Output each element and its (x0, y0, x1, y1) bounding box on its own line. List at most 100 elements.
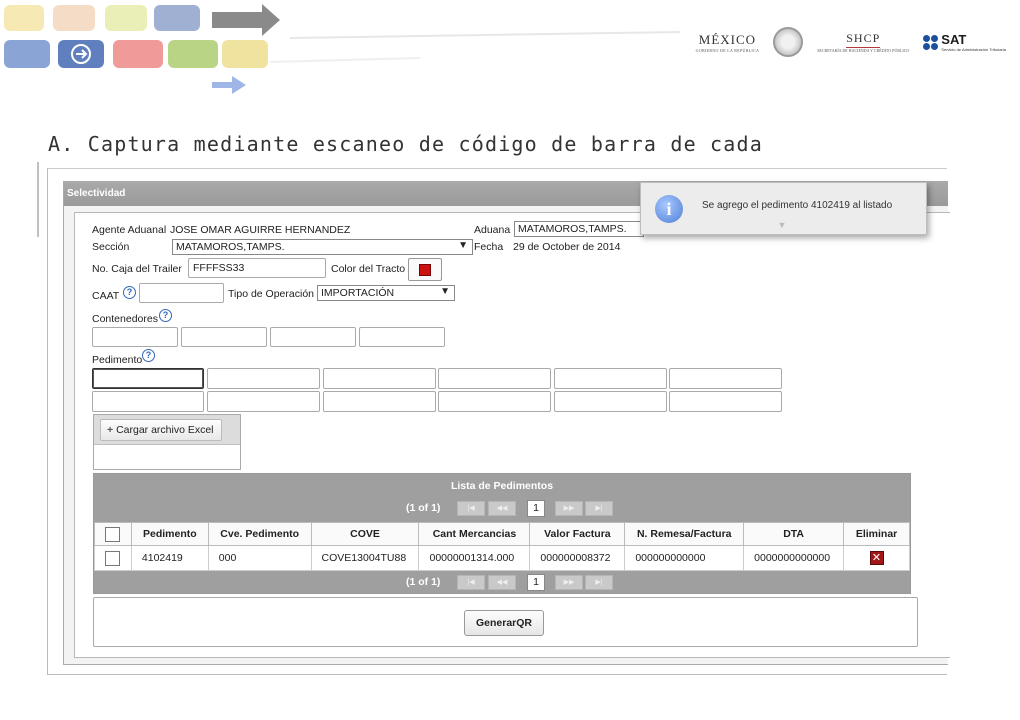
dta-cell: 0000000000000 (743, 545, 845, 571)
pedimentos-table: Pedimento Cve. Pedimento COVE Cant Merca… (94, 522, 910, 571)
grid-title: Lista de Pedimentos (450, 480, 554, 492)
caja-label: No. Caja del Trailer (92, 263, 182, 275)
sat-logo-subtitle: Servicio de Administración Tributaria (941, 47, 1006, 52)
pedimento-input[interactable] (207, 391, 320, 412)
caja-input[interactable]: FFFFSS33 (188, 258, 326, 278)
selectividad-panel: Selectividad Agente Aduanal JOSE OMAR AG… (63, 181, 950, 665)
pedimento-input[interactable] (323, 391, 436, 412)
prev-page-button[interactable]: ◀◀ (488, 575, 516, 590)
remesa-cell: 000000000000 (624, 545, 745, 571)
contenedor-input[interactable] (181, 327, 267, 347)
shcp-logo-title: SHCP (846, 31, 881, 48)
fecha-label: Fecha (474, 241, 504, 253)
chevron-down-icon: ▼ (777, 220, 787, 230)
tipo-operacion-value: IMPORTACIÓN (321, 287, 395, 299)
cargar-excel-label: Cargar archivo Excel (116, 424, 214, 436)
column-header[interactable]: Eliminar (843, 522, 910, 546)
pedimento-input[interactable] (92, 391, 204, 412)
pedimentos-grid: Lista de Pedimentos (1 of 1) |◀ ◀◀ 1 ▶▶ … (93, 473, 911, 594)
contenedor-input[interactable] (270, 327, 356, 347)
caat-input[interactable] (139, 283, 224, 303)
cargar-excel-button[interactable]: + Cargar archivo Excel (100, 419, 222, 441)
color-swatch (419, 264, 431, 276)
pedimento-help-icon[interactable]: ? (142, 349, 155, 362)
notification-toast[interactable]: i Se agrego el pedimento 4102419 al list… (640, 182, 927, 235)
agente-value: JOSE OMAR AGUIRRE HERNANDEZ (170, 224, 351, 236)
shcp-logo-subtitle: SECRETARÍA DE HACIENDA Y CRÉDITO PÚBLICO (817, 48, 910, 53)
column-header[interactable]: Valor Factura (529, 522, 626, 546)
header-banner-graphic (4, 4, 681, 94)
color-tracto-picker[interactable] (408, 258, 442, 281)
column-header[interactable]: Cant Mercancias (418, 522, 531, 546)
pedimento-input[interactable] (554, 368, 667, 389)
select-all-checkbox[interactable] (105, 526, 121, 542)
grid-pager-bottom: (1 of 1) |◀ ◀◀ 1 ▶▶ ▶| (94, 573, 910, 593)
pedimento-input[interactable] (438, 391, 551, 412)
notification-message: Se agrego el pedimento 4102419 al listad… (702, 200, 893, 211)
row-checkbox[interactable] (105, 550, 121, 566)
table-header-row: Pedimento Cve. Pedimento COVE Cant Merca… (94, 522, 910, 546)
page-number[interactable]: 1 (527, 574, 545, 591)
first-page-button[interactable]: |◀ (457, 575, 485, 590)
contenedor-input[interactable] (92, 327, 178, 347)
pedimento-label: Pedimento (92, 354, 143, 366)
cove-cell: COVE13004TU88 (310, 545, 420, 571)
caat-help-icon[interactable]: ? (123, 286, 136, 299)
page-info: (1 of 1) (406, 502, 441, 514)
caat-label: CAAT (92, 290, 120, 302)
select-all-cell (94, 522, 132, 546)
first-page-button[interactable]: |◀ (457, 501, 485, 516)
column-header[interactable]: Cve. Pedimento (207, 522, 312, 546)
column-header[interactable]: Pedimento (130, 522, 209, 546)
pedimento-input[interactable] (554, 391, 667, 412)
slide-divider (37, 162, 39, 237)
mexico-logo-title: MÉXICO (698, 31, 757, 47)
form-container: Agente Aduanal JOSE OMAR AGUIRRE HERNAND… (74, 212, 950, 658)
tipo-operacion-select[interactable]: IMPORTACIÓN ▼ (317, 285, 455, 301)
column-header[interactable]: COVE (310, 522, 420, 546)
pedimento-input[interactable] (669, 368, 782, 389)
qr-action-area: GenerarQR (93, 597, 918, 647)
info-icon: i (655, 195, 683, 223)
pedimento-input[interactable] (92, 368, 204, 389)
slide-heading: A. Captura mediante escaneo de código de… (48, 132, 764, 156)
pedimento-input[interactable] (438, 368, 551, 389)
pedimento-cell: 4102419 (130, 545, 209, 571)
plus-icon: + (107, 424, 114, 436)
aduana-select-value: MATAMOROS,TAMPS. (518, 223, 627, 235)
fecha-value: 29 de October de 2014 (513, 241, 621, 253)
agente-label: Agente Aduanal (92, 224, 167, 236)
prev-page-button[interactable]: ◀◀ (488, 501, 516, 516)
grid-pager-top: (1 of 1) |◀ ◀◀ 1 ▶▶ ▶| (94, 499, 910, 519)
column-header[interactable]: DTA (743, 522, 845, 546)
shcp-logo: SHCP SECRETARÍA DE HACIENDA Y CRÉDITO PÚ… (817, 31, 909, 53)
table-row: 4102419 000 COVE13004TU88 00000001314.00… (94, 545, 910, 571)
contenedor-input[interactable] (359, 327, 445, 347)
aduana-label: Aduana (474, 224, 511, 236)
last-page-button[interactable]: ▶| (585, 575, 613, 590)
page-number[interactable]: 1 (527, 500, 545, 517)
mexico-logo: MÉXICO GOBIERNO DE LA REPÚBLICA (696, 32, 760, 53)
chevron-down-icon: ▼ (458, 240, 468, 251)
seccion-select-value: MATAMOROS,TAMPS. (176, 241, 285, 253)
seccion-select[interactable]: MATAMOROS,TAMPS. ▼ (172, 239, 473, 255)
column-header[interactable]: N. Remesa/Factura (624, 522, 745, 546)
generar-qr-button[interactable]: GenerarQR (464, 610, 544, 636)
seccion-label: Sección (92, 241, 130, 253)
contenedores-help-icon[interactable]: ? (159, 309, 172, 322)
chevron-down-icon: ▼ (440, 286, 450, 297)
tipo-operacion-label: Tipo de Operación (228, 288, 314, 300)
next-page-button[interactable]: ▶▶ (555, 501, 583, 516)
row-select-cell (94, 545, 132, 571)
contenedores-label: Contenedores (92, 313, 158, 325)
pedimento-input[interactable] (669, 391, 782, 412)
eliminar-cell: ✕ (843, 545, 910, 571)
pedimento-input[interactable] (323, 368, 436, 389)
cve-pedimento-cell: 000 (207, 545, 312, 571)
delete-icon[interactable]: ✕ (869, 551, 884, 565)
pedimento-input[interactable] (207, 368, 320, 389)
last-page-button[interactable]: ▶| (585, 501, 613, 516)
aduana-select[interactable]: MATAMOROS,TAMPS. (514, 221, 644, 237)
next-page-button[interactable]: ▶▶ (555, 575, 583, 590)
mexico-logo-subtitle: GOBIERNO DE LA REPÚBLICA (695, 47, 760, 53)
